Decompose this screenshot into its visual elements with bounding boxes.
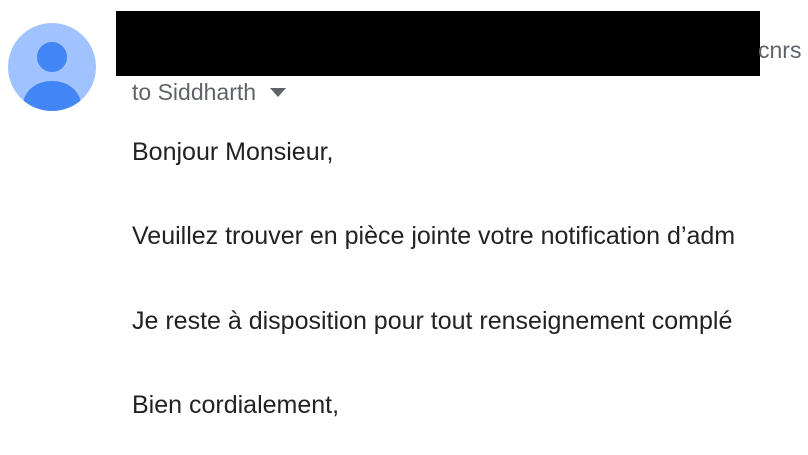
email-message: cnrs to Siddharth Bonjour Monsieur, Veui… [0, 0, 808, 455]
greeting-text: Bonjour Monsieur, [132, 138, 334, 166]
closing-text: Bien cordialement, [132, 391, 340, 419]
message-body: Bonjour Monsieur, Veuillez trouver en pi… [0, 0, 808, 455]
body-line-availability: Je reste à disposition pour tout renseig… [132, 307, 733, 335]
body-line-attachment: Veuillez trouver en pièce jointe votre n… [132, 222, 736, 250]
